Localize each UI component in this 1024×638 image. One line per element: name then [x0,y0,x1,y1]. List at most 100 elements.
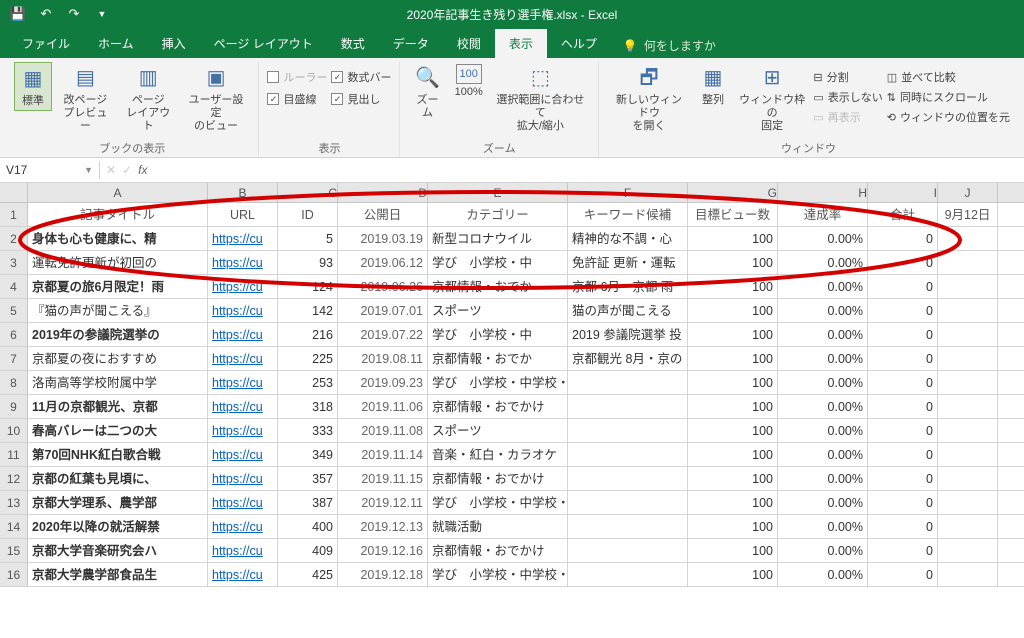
undo-icon[interactable]: ↶ [36,4,56,24]
row-header[interactable]: 9 [0,395,28,418]
cell[interactable]: 387 [278,491,338,514]
tab-insert[interactable]: 挿入 [148,29,200,58]
row-header[interactable]: 7 [0,347,28,370]
cell[interactable]: 100 [688,467,778,490]
cell[interactable]: 京都 6月・京都 雨 [568,275,688,298]
row-header[interactable]: 2 [0,227,28,250]
row-header[interactable]: 12 [0,467,28,490]
cell[interactable]: 0.00% [778,323,868,346]
cell[interactable]: 2019.12.18 [338,563,428,586]
cell[interactable] [938,419,998,442]
cell[interactable]: 京都情報・おでか [428,275,568,298]
cell[interactable]: 身体も心も健康に、精 [28,227,208,250]
col-header-I[interactable]: I [868,183,938,202]
cell[interactable]: 100 [688,419,778,442]
cell[interactable]: 2019.12.11 [338,491,428,514]
cell[interactable]: 春高バレーは二つの大 [28,419,208,442]
row-header[interactable]: 14 [0,515,28,538]
cell[interactable]: 京都大学理系、農学部 [28,491,208,514]
cell[interactable]: 洛南高等学校附属中学 [28,371,208,394]
cell[interactable]: 0.00% [778,299,868,322]
row-header[interactable]: 3 [0,251,28,274]
cell[interactable]: 0 [868,419,938,442]
cell-header[interactable]: カテゴリー [428,203,568,226]
cell[interactable]: 0.00% [778,227,868,250]
cell[interactable]: 学び 小学校・中学校・高校・大学 [428,371,568,394]
cell[interactable]: 400 [278,515,338,538]
cell[interactable]: 0 [868,371,938,394]
cell[interactable]: 11月の京都観光、京都 [28,395,208,418]
cell[interactable]: 142 [278,299,338,322]
cell[interactable]: 京都情報・おでか [428,347,568,370]
cell[interactable] [568,395,688,418]
cell[interactable]: 100 [688,539,778,562]
row-header-1[interactable]: 1 [0,203,28,226]
cell[interactable]: 学び 小学校・中学校・高校・大学 [428,563,568,586]
cell[interactable]: 0.00% [778,275,868,298]
cell[interactable]: 0.00% [778,467,868,490]
cell[interactable]: 0 [868,515,938,538]
cell-header[interactable]: 9月12日 [938,203,998,226]
cell[interactable]: 124 [278,275,338,298]
cell[interactable] [568,371,688,394]
cell[interactable]: 学び 小学校・中 [428,251,568,274]
cell[interactable]: 100 [688,395,778,418]
cell[interactable]: 225 [278,347,338,370]
cell[interactable]: 349 [278,443,338,466]
qat-customize-icon[interactable]: ▼ [92,4,112,24]
col-header-E[interactable]: E [428,183,568,202]
cell[interactable]: 100 [688,299,778,322]
split-button[interactable]: ⊟ 分割 [813,68,882,86]
cell[interactable]: 0.00% [778,515,868,538]
col-header-D[interactable]: D [338,183,428,202]
cell[interactable]: https://cu [208,275,278,298]
cell[interactable]: 0 [868,563,938,586]
cell[interactable] [568,467,688,490]
cell[interactable]: 0 [868,347,938,370]
cell[interactable]: 2019.12.16 [338,539,428,562]
headings-checkbox[interactable]: ✓ 見出し [331,90,391,108]
cell[interactable]: https://cu [208,299,278,322]
row-header[interactable]: 11 [0,443,28,466]
col-header-H[interactable]: H [778,183,868,202]
cell[interactable]: 0.00% [778,347,868,370]
col-header-A[interactable]: A [28,183,208,202]
cell[interactable]: 357 [278,467,338,490]
cell[interactable]: 2019.08.11 [338,347,428,370]
cell[interactable]: 0.00% [778,419,868,442]
cell[interactable]: 0 [868,467,938,490]
cell[interactable]: https://cu [208,395,278,418]
cell[interactable]: 0 [868,323,938,346]
cell[interactable]: 0 [868,275,938,298]
cell[interactable]: 0.00% [778,563,868,586]
cell[interactable]: スポーツ [428,299,568,322]
custom-view-button[interactable]: ▣ ユーザー設定 のビュー [182,62,251,136]
name-box[interactable]: V17 ▼ [0,161,100,179]
cell[interactable]: 学び 小学校・中 [428,323,568,346]
cell[interactable]: 100 [688,251,778,274]
tell-me-search[interactable]: 💡 何をしますか [623,37,716,58]
cell[interactable] [938,227,998,250]
cell[interactable]: 100 [688,323,778,346]
tab-pagelayout[interactable]: ページ レイアウト [200,29,327,58]
cell[interactable]: 第70回NHK紅白歌合戦 [28,443,208,466]
cell-header[interactable]: 記事タイトル [28,203,208,226]
cell[interactable] [938,539,998,562]
formula-bar-checkbox[interactable]: ✓ 数式バー [331,68,391,86]
cell-header[interactable]: キーワード候補 [568,203,688,226]
col-header-C[interactable]: C [278,183,338,202]
cell[interactable]: 学び 小学校・中学校・高校・大学 [428,491,568,514]
cell[interactable]: 音楽・紅白・カラオケ [428,443,568,466]
cell[interactable]: 2020年以降の就活解禁 [28,515,208,538]
cell[interactable]: 0.00% [778,539,868,562]
cell[interactable]: 216 [278,323,338,346]
cell[interactable] [938,251,998,274]
row-header[interactable]: 16 [0,563,28,586]
cell[interactable]: 京都情報・おでかけ [428,467,568,490]
cell[interactable]: 京都の紅葉も見頃に、 [28,467,208,490]
cell[interactable] [568,491,688,514]
cell[interactable]: https://cu [208,539,278,562]
cell[interactable]: 就職活動 [428,515,568,538]
cell[interactable]: https://cu [208,443,278,466]
pagebreak-view-button[interactable]: ▤ 改ページ プレビュー [56,62,115,136]
